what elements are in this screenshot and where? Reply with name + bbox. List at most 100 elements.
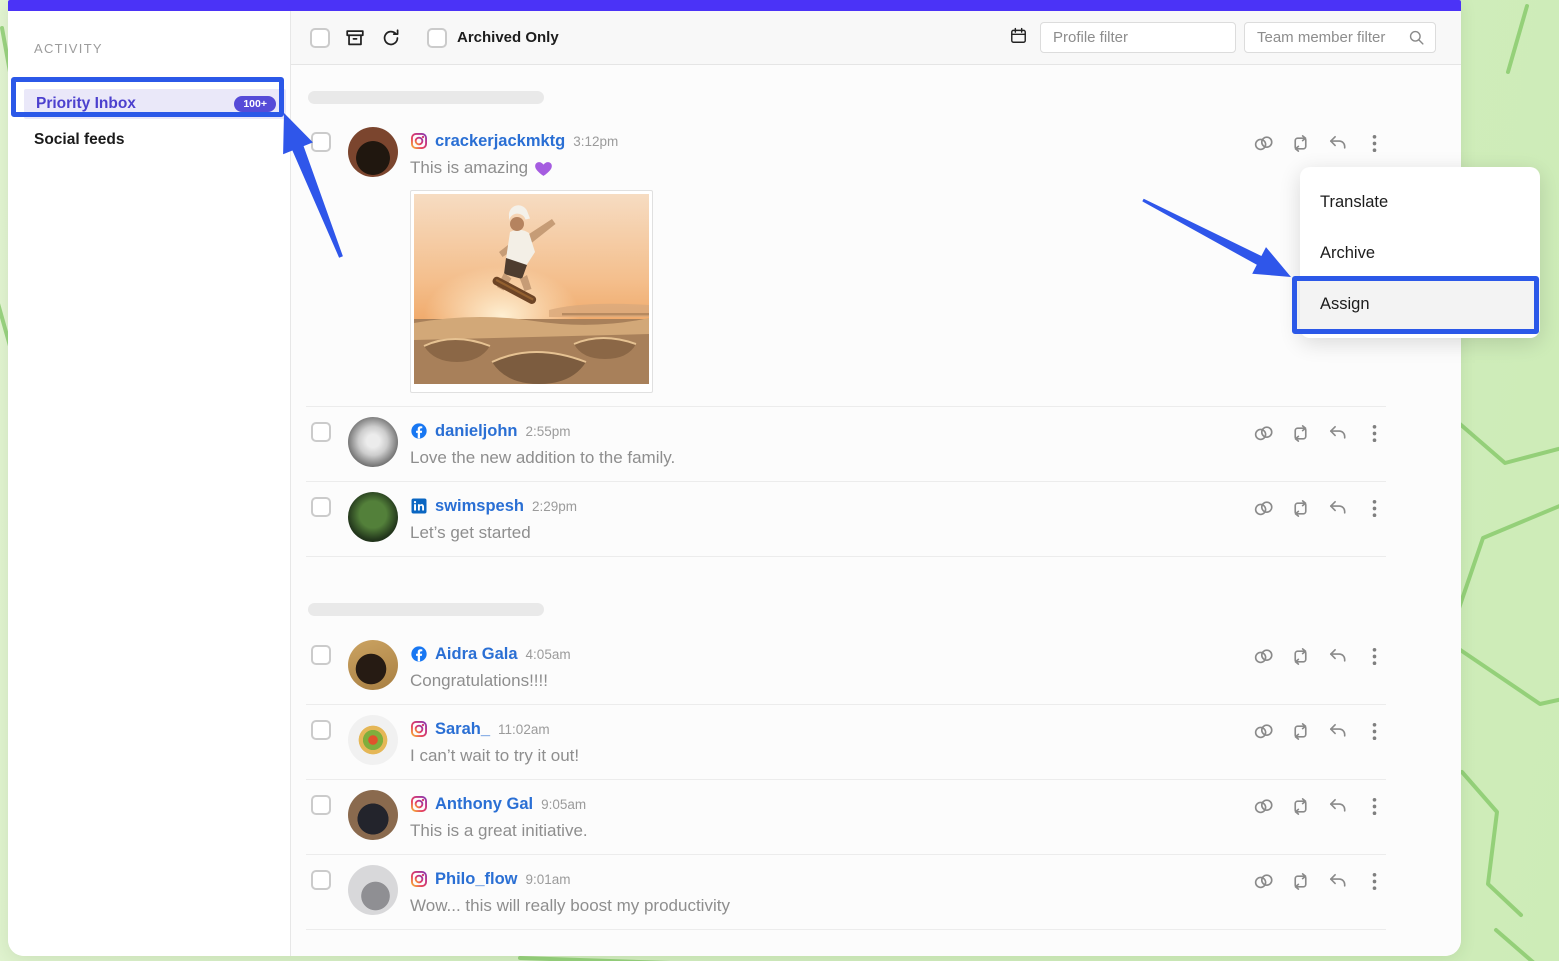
repost-button[interactable] xyxy=(1289,720,1312,743)
repost-icon xyxy=(1289,422,1312,445)
reply-button[interactable] xyxy=(1326,870,1349,893)
menu-item-assign[interactable]: Assign xyxy=(1300,279,1540,330)
sidebar-item-social-feeds[interactable]: Social feeds xyxy=(34,131,290,149)
engage-button[interactable] xyxy=(1252,422,1275,445)
reply-button[interactable] xyxy=(1326,720,1349,743)
top-accent-bar xyxy=(8,0,1461,11)
archived-only-checkbox[interactable] xyxy=(427,28,447,48)
engage-button[interactable] xyxy=(1252,497,1275,520)
message-text: Wow... this will really boost my product… xyxy=(410,896,730,916)
engage-circles-icon xyxy=(1252,645,1275,668)
repost-icon xyxy=(1289,795,1312,818)
select-all-checkbox[interactable] xyxy=(310,28,330,48)
engage-circles-icon xyxy=(1252,795,1275,818)
engage-button[interactable] xyxy=(1252,795,1275,818)
instagram-icon xyxy=(410,132,428,150)
refresh-icon xyxy=(380,27,402,49)
message-checkbox[interactable] xyxy=(311,497,331,517)
reply-arrow-icon xyxy=(1326,422,1349,445)
avatar[interactable] xyxy=(348,127,398,177)
message-row[interactable]: Philo_flow 9:01am Wow... this will reall… xyxy=(306,855,1386,930)
message-row[interactable]: Aidra Gala 4:05am Congratulations!!!! xyxy=(306,630,1386,705)
reply-arrow-icon xyxy=(1326,497,1349,520)
message-text: This is a great initiative. xyxy=(410,821,588,841)
repost-button[interactable] xyxy=(1289,795,1312,818)
more-options-button[interactable] xyxy=(1363,645,1386,668)
message-username[interactable]: Aidra Gala xyxy=(435,645,518,664)
purple-heart-emoji xyxy=(534,159,553,177)
message-row[interactable]: swimspesh 2:29pm Let’s get started xyxy=(306,482,1386,557)
more-options-button[interactable] xyxy=(1363,422,1386,445)
reply-button[interactable] xyxy=(1326,795,1349,818)
avatar[interactable] xyxy=(348,715,398,765)
engage-button[interactable] xyxy=(1252,720,1275,743)
repost-button[interactable] xyxy=(1289,497,1312,520)
message-username[interactable]: swimspesh xyxy=(435,497,524,516)
message-checkbox[interactable] xyxy=(311,422,331,442)
message-checkbox[interactable] xyxy=(311,795,331,815)
message-row[interactable]: Sarah_ 11:02am I can’t wait to try it ou… xyxy=(306,705,1386,780)
message-username[interactable]: Sarah_ xyxy=(435,720,490,739)
message-username[interactable]: crackerjackmktg xyxy=(435,132,565,151)
engage-button[interactable] xyxy=(1252,645,1275,668)
message-photo-attachment[interactable] xyxy=(410,190,653,393)
calendar-icon xyxy=(1009,26,1028,45)
avatar[interactable] xyxy=(348,865,398,915)
app-window: ACTIVITY Priority Inbox 100+ Social feed… xyxy=(8,0,1461,956)
message-timestamp: 9:05am xyxy=(541,797,586,812)
message-checkbox[interactable] xyxy=(311,720,331,740)
message-username[interactable]: Anthony Gal xyxy=(435,795,533,814)
reply-button[interactable] xyxy=(1326,497,1349,520)
reply-arrow-icon xyxy=(1326,795,1349,818)
repost-button[interactable] xyxy=(1289,645,1312,668)
menu-item-archive[interactable]: Archive xyxy=(1300,228,1540,279)
skateboarder-photo xyxy=(414,194,649,384)
more-options-button[interactable] xyxy=(1363,497,1386,520)
more-options-button[interactable] xyxy=(1363,795,1386,818)
avatar[interactable] xyxy=(348,640,398,690)
kebab-menu-icon xyxy=(1363,132,1386,155)
more-options-button[interactable] xyxy=(1363,870,1386,893)
facebook-icon xyxy=(410,645,428,663)
repost-button[interactable] xyxy=(1289,132,1312,155)
sidebar-item-priority-inbox[interactable]: Priority Inbox 100+ xyxy=(24,89,286,119)
date-filter-button[interactable] xyxy=(1009,26,1028,50)
more-options-button[interactable] xyxy=(1363,720,1386,743)
kebab-menu-icon xyxy=(1363,795,1386,818)
message-row[interactable]: Anthony Gal 9:05am This is a great initi… xyxy=(306,780,1386,855)
message-row[interactable]: danieljohn 2:55pm Love the new addition … xyxy=(306,407,1386,482)
message-text: I can’t wait to try it out! xyxy=(410,746,579,766)
engage-circles-icon xyxy=(1252,422,1275,445)
refresh-button[interactable] xyxy=(380,27,402,49)
message-text: Love the new addition to the family. xyxy=(410,448,675,468)
message-checkbox[interactable] xyxy=(311,132,331,152)
message-username[interactable]: Philo_flow xyxy=(435,870,518,889)
unread-count-badge: 100+ xyxy=(234,96,276,113)
profile-filter-input[interactable] xyxy=(1040,22,1236,53)
reply-button[interactable] xyxy=(1326,422,1349,445)
engage-button[interactable] xyxy=(1252,132,1275,155)
kebab-menu-icon xyxy=(1363,720,1386,743)
repost-icon xyxy=(1289,870,1312,893)
kebab-menu-icon xyxy=(1363,422,1386,445)
repost-button[interactable] xyxy=(1289,870,1312,893)
reply-button[interactable] xyxy=(1326,132,1349,155)
repost-icon xyxy=(1289,132,1312,155)
reply-button[interactable] xyxy=(1326,645,1349,668)
message-text: Let’s get started xyxy=(410,523,531,543)
avatar[interactable] xyxy=(348,492,398,542)
archive-button[interactable] xyxy=(344,27,366,49)
message-checkbox[interactable] xyxy=(311,645,331,665)
inbox-toolbar: Archived Only xyxy=(291,11,1461,65)
message-username[interactable]: danieljohn xyxy=(435,422,518,441)
menu-item-translate[interactable]: Translate xyxy=(1300,177,1540,228)
message-checkbox[interactable] xyxy=(311,870,331,890)
message-timestamp: 11:02am xyxy=(498,722,550,737)
engage-button[interactable] xyxy=(1252,870,1275,893)
engage-circles-icon xyxy=(1252,720,1275,743)
message-row[interactable]: crackerjackmktg 3:12pm This is amazing xyxy=(306,117,1386,407)
avatar[interactable] xyxy=(348,417,398,467)
avatar[interactable] xyxy=(348,790,398,840)
more-options-button[interactable] xyxy=(1363,132,1386,155)
repost-button[interactable] xyxy=(1289,422,1312,445)
